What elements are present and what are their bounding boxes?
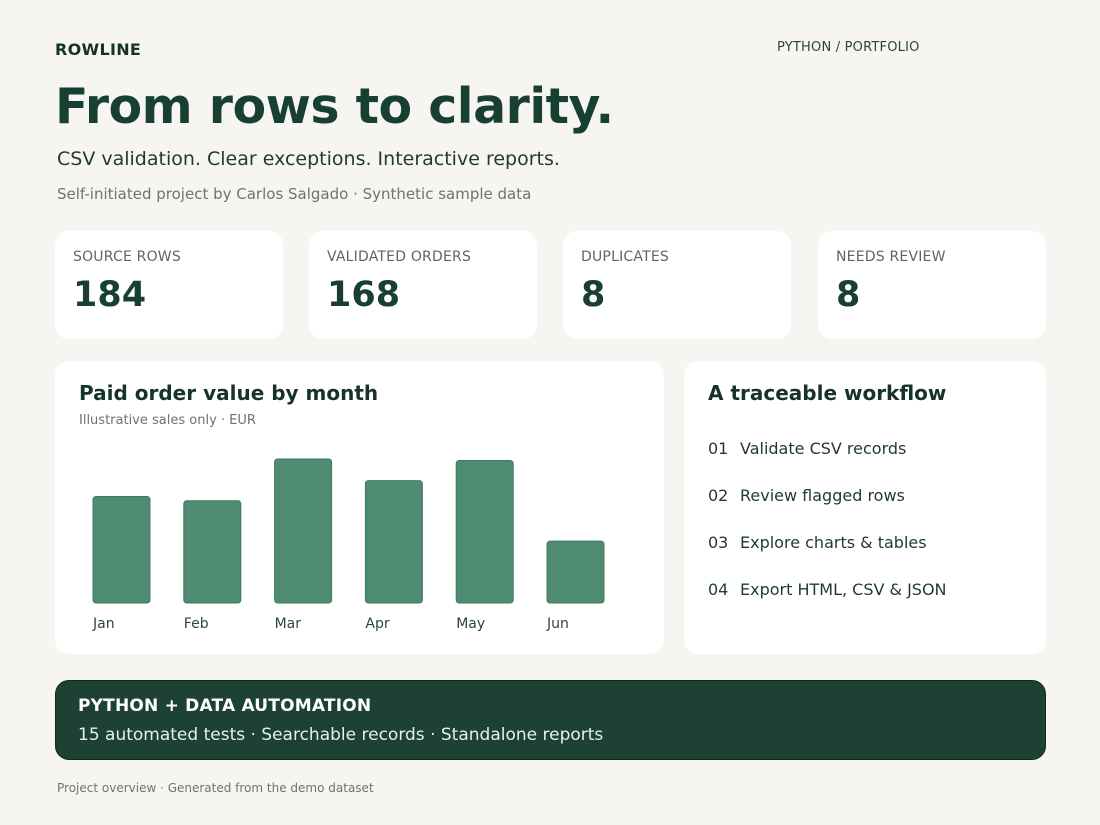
stat-label: SOURCE ROWS: [73, 249, 181, 265]
bar-mar: [274, 458, 333, 604]
step-label: Export HTML, CSV & JSON: [740, 580, 947, 599]
x-tick-label: Mar: [275, 616, 302, 632]
bar-may: [455, 459, 514, 604]
bar-apr: [364, 480, 423, 604]
workflow-step: 03 Explore charts & tables: [708, 533, 947, 580]
page-title: From rows to clarity.: [55, 78, 614, 135]
page-subtitle: CSV validation. Clear exceptions. Intera…: [57, 148, 560, 170]
workflow-title: A traceable workflow: [708, 381, 947, 405]
step-number: 01: [708, 439, 729, 458]
stat-value: 8: [581, 275, 606, 315]
stat-value: 184: [73, 275, 147, 315]
step-label: Validate CSV records: [740, 439, 907, 458]
stat-label: NEEDS REVIEW: [836, 249, 946, 265]
stat-card-needs-review: NEEDS REVIEW 8: [818, 231, 1046, 339]
workflow-step: 02 Review flagged rows: [708, 486, 947, 533]
step-label: Explore charts & tables: [740, 533, 927, 552]
workflow-step: 01 Validate CSV records: [708, 439, 947, 486]
tech-banner: PYTHON + DATA AUTOMATION 15 automated te…: [55, 680, 1046, 760]
bar-jun: [546, 540, 605, 604]
x-tick-label: Jun: [546, 616, 569, 632]
bar-feb: [183, 500, 242, 604]
x-tick-label: Jan: [92, 616, 115, 632]
brand-logo: ROWLINE: [55, 40, 142, 59]
stat-value: 168: [327, 275, 401, 315]
project-credit: Self-initiated project by Carlos Salgado…: [57, 185, 532, 203]
banner-text: 15 automated tests · Searchable records …: [78, 725, 604, 745]
stat-card-source-rows: SOURCE ROWS 184: [55, 231, 283, 339]
workflow-step: 04 Export HTML, CSV & JSON: [708, 580, 947, 627]
step-label: Review flagged rows: [740, 486, 905, 505]
footer-note: Project overview · Generated from the de…: [57, 781, 374, 795]
stat-label: VALIDATED ORDERS: [327, 249, 472, 265]
workflow-list: 01 Validate CSV records 02 Review flagged …: [708, 439, 947, 627]
step-number: 04: [708, 580, 729, 599]
step-number: 03: [708, 533, 729, 552]
step-number: 02: [708, 486, 729, 505]
bar-chart: Jan Feb Mar Apr May Jun: [92, 458, 605, 632]
stat-label: DUPLICATES: [581, 249, 669, 265]
chart-card: Paid order value by month Illustrative s…: [55, 361, 664, 654]
workflow-card: A traceable workflow 01 Validate CSV reco…: [684, 361, 1046, 654]
x-tick-label: Apr: [365, 616, 389, 632]
banner-title: PYTHON + DATA AUTOMATION: [78, 696, 372, 716]
breadcrumb: PYTHON / PORTFOLIO: [777, 40, 920, 55]
stat-value: 8: [836, 275, 861, 315]
stat-card-validated-orders: VALIDATED ORDERS 168: [309, 231, 537, 339]
bar-jan: [92, 495, 151, 604]
x-tick-label: Feb: [184, 616, 209, 632]
x-tick-label: May: [456, 616, 485, 632]
stat-card-duplicates: DUPLICATES 8: [563, 231, 791, 339]
